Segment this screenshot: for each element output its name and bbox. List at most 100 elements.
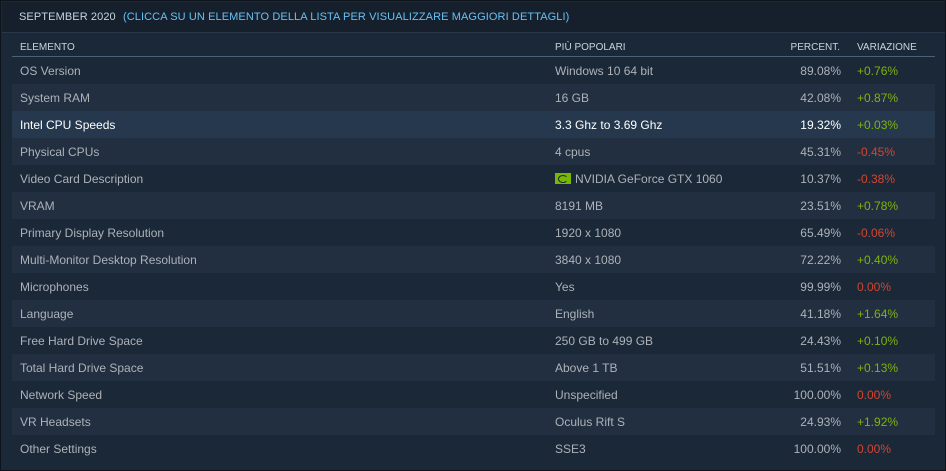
column-header-percent: PERCENT. [790,42,840,53]
row-change: +0.78% [857,199,899,213]
row-most-popular: Above 1 TB [555,361,617,375]
table-row[interactable]: Physical CPUs 4 cpus 45.31% -0.45% [12,138,935,165]
survey-table: ELEMENTO PIÙ POPOLARI PERCENT. VARIAZION… [12,37,935,462]
row-most-popular: English [555,307,594,321]
table-header: ELEMENTO PIÙ POPOLARI PERCENT. VARIAZION… [12,37,935,57]
panel-header: SEPTEMBER 2020 (CLICCA SU UN ELEMENTO DE… [2,2,945,33]
row-element-name: Intel CPU Speeds [20,118,116,132]
row-change: -0.45% [857,145,896,159]
row-most-popular-text: 1920 x 1080 [555,226,622,240]
table-row[interactable]: Free Hard Drive Space 250 GB to 499 GB 24.… [12,327,935,354]
row-percent: 99.99% [800,280,841,294]
row-most-popular-text: Windows 10 64 bit [555,64,654,78]
row-element-name: Total Hard Drive Space [20,361,144,375]
row-percent: 100.00% [793,442,841,456]
row-element-name: VRAM [20,199,55,213]
row-most-popular-text: 3840 x 1080 [555,253,622,267]
row-most-popular: 16 GB [555,91,589,105]
row-most-popular: 4 cpus [555,145,590,159]
row-percent: 24.93% [800,415,841,429]
column-header-change: VARIAZIONE [857,42,917,53]
row-element-name: OS Version [20,64,81,78]
row-element-name: Multi-Monitor Desktop Resolution [20,253,197,267]
panel-title: SEPTEMBER 2020 (CLICCA SU UN ELEMENTO DE… [19,11,569,23]
row-most-popular-text: NVIDIA GeForce GTX 1060 [575,172,723,186]
table-row[interactable]: Video Card Description NVIDIA GeForce GTX… [12,165,935,192]
table-row[interactable]: VR Headsets Oculus Rift S 24.93% +1.92% [12,408,935,435]
row-most-popular-text: 4 cpus [555,145,591,159]
row-most-popular-text: Yes [555,280,575,294]
row-element-name: Physical CPUs [20,145,100,159]
row-element-name: System RAM [20,91,91,105]
row-most-popular: Unspecified [555,388,618,402]
table-row[interactable]: Intel CPU Speeds 3.3 Ghz to 3.69 Ghz 19.32… [12,111,935,138]
row-most-popular: Windows 10 64 bit [555,64,653,78]
survey-date: SEPTEMBER 2020 [19,11,116,23]
row-most-popular-text: Unspecified [555,388,618,402]
row-element-name: Video Card Description [20,172,144,186]
row-most-popular: 1920 x 1080 [555,226,621,240]
row-percent: 19.32% [800,118,841,132]
row-change: -0.38% [857,172,896,186]
row-percent: 45.31% [800,145,841,159]
column-header-element: ELEMENTO [20,42,75,53]
row-change: +0.13% [857,361,899,375]
row-change: +1.92% [857,415,899,429]
table-row[interactable]: OS Version Windows 10 64 bit 89.08% +0.76% [12,57,935,84]
row-change: 0.00% [857,280,892,294]
row-most-popular-text: 8191 MB [555,199,604,213]
row-most-popular-text: English [555,307,595,321]
row-element-name: VR Headsets [20,415,91,429]
table-row[interactable]: Other Settings SSE3 100.00% 0.00% [12,435,935,462]
row-most-popular: 250 GB to 499 GB [555,334,653,348]
row-percent: 65.49% [800,226,841,240]
row-element-name: Network Speed [20,388,103,402]
row-most-popular: SSE3 [555,442,586,456]
row-element-name: Other Settings [20,442,97,456]
hardware-survey-panel: SEPTEMBER 2020 (CLICCA SU UN ELEMENTO DE… [0,0,946,471]
row-percent: 42.08% [800,91,841,105]
row-change: -0.06% [857,226,896,240]
table-row[interactable]: System RAM 16 GB 42.08% +0.87% [12,84,935,111]
row-change: +1.64% [857,307,899,321]
table-row[interactable]: VRAM 8191 MB 23.51% +0.78% [12,192,935,219]
table-row[interactable]: Language English 41.18% +1.64% [12,300,935,327]
row-most-popular-text: 16 GB [555,91,590,105]
row-most-popular: 3840 x 1080 [555,253,621,267]
row-most-popular: 8191 MB [555,199,603,213]
table-row[interactable]: Multi-Monitor Desktop Resolution 3840 x 1… [12,246,935,273]
table-row[interactable]: Total Hard Drive Space Above 1 TB 51.51% +0… [12,354,935,381]
row-most-popular-text: Oculus Rift S [555,415,626,429]
row-most-popular-text: Above 1 TB [555,361,618,375]
header-hint: (CLICCA SU UN ELEMENTO DELLA LISTA PER V… [122,11,570,23]
row-element-name: Microphones [20,280,89,294]
row-most-popular-text: 250 GB to 499 GB [555,334,654,348]
row-change: +0.03% [857,118,899,132]
row-most-popular: NVIDIA GeForce GTX 1060 [555,172,722,186]
row-percent: 23.51% [800,199,841,213]
column-header-most-popular: PIÙ POPOLARI [555,42,626,53]
row-change: +0.76% [857,64,899,78]
row-change: +0.87% [857,91,899,105]
row-percent: 89.08% [800,64,841,78]
row-percent: 72.22% [800,253,841,267]
table-row[interactable]: Primary Display Resolution 1920 x 1080 65.… [12,219,935,246]
row-change: 0.00% [857,388,892,402]
table-row[interactable]: Network Speed Unspecified 100.00% 0.00% [12,381,935,408]
row-percent: 51.51% [800,361,841,375]
row-most-popular: Oculus Rift S [555,415,625,429]
row-element-name: Primary Display Resolution [20,226,165,240]
table-body: OS Version Windows 10 64 bit 89.08% +0.76% S… [12,57,935,462]
row-percent: 10.37% [800,172,841,186]
nvidia-logo-icon [555,173,571,184]
row-element-name: Free Hard Drive Space [20,334,143,348]
row-percent: 24.43% [800,334,841,348]
row-most-popular-text: 3.3 Ghz to 3.69 Ghz [555,118,663,132]
table-row[interactable]: Microphones Yes 99.99% 0.00% [12,273,935,300]
row-percent: 100.00% [793,388,841,402]
row-change: +0.10% [857,334,899,348]
row-most-popular: Yes [555,280,575,294]
row-change: 0.00% [857,442,892,456]
row-most-popular-text: SSE3 [555,442,586,456]
row-most-popular: 3.3 Ghz to 3.69 Ghz [555,118,662,132]
